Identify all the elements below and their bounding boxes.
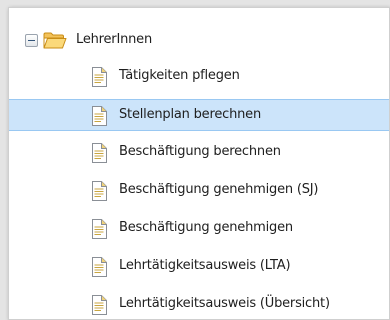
tree-item-label: Lehrtätigkeitsausweis (LTA) xyxy=(119,258,291,273)
tree-item[interactable]: Lehrtätigkeitsausweis (LTA) xyxy=(9,251,389,283)
tree-item-label: Lehrtätigkeitsausweis (Übersicht) xyxy=(119,296,330,311)
document-icon xyxy=(91,219,107,239)
tree-item[interactable]: Tätigkeiten pflegen xyxy=(9,61,389,93)
document-icon xyxy=(91,257,107,277)
folder-open-icon xyxy=(43,32,67,49)
document-icon xyxy=(91,106,107,126)
tree-item[interactable]: Stellenplan berechnen xyxy=(9,99,389,131)
tree-item-label: Stellenplan berechnen xyxy=(119,107,261,122)
tree-item-label: Beschäftigung berechnen xyxy=(119,144,281,159)
tree-item-label: Beschäftigung genehmigen xyxy=(119,220,293,235)
tree-item[interactable]: Beschäftigung genehmigen (SJ) xyxy=(9,175,389,207)
tree-item[interactable]: Beschäftigung genehmigen xyxy=(9,213,389,245)
document-icon xyxy=(91,295,107,315)
tree-item[interactable]: Lehrtätigkeitsausweis (Übersicht) xyxy=(9,289,389,319)
tree-item-label: Beschäftigung genehmigen (SJ) xyxy=(119,182,319,197)
tree-item-label: Tätigkeiten pflegen xyxy=(119,68,240,83)
tree-node-lehrerinnen[interactable]: LehrerInnen xyxy=(9,25,389,57)
document-icon xyxy=(91,143,107,163)
navigation-tree: LehrerInnen Tätigkeiten pflegen Stellenpl… xyxy=(8,7,390,320)
collapse-toggle-icon[interactable] xyxy=(25,34,38,47)
tree-node-label: LehrerInnen xyxy=(76,32,153,47)
document-icon xyxy=(91,67,107,87)
document-icon xyxy=(91,181,107,201)
tree-item[interactable]: Beschäftigung berechnen xyxy=(9,137,389,169)
